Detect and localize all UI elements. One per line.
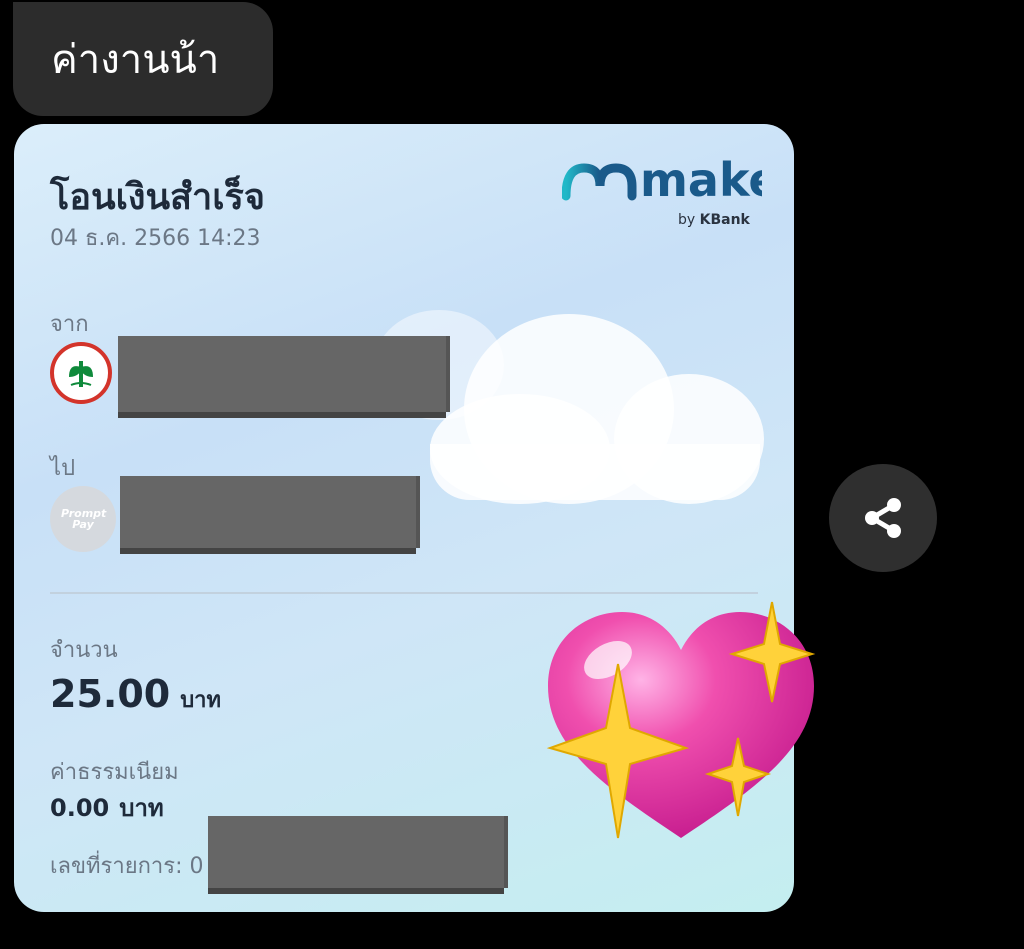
from-label: จาก [50, 312, 89, 337]
slip-datetime: 04 ธ.ค. 2566 14:23 [50, 226, 261, 251]
to-label: ไป [50, 456, 76, 481]
kbank-leaf-icon [50, 342, 112, 404]
chat-message-bubble[interactable]: ค่างานน้า [13, 2, 273, 116]
amount-value: 25.00 บาท [50, 672, 222, 716]
share-button[interactable] [829, 464, 937, 572]
divider [50, 592, 758, 594]
share-icon [865, 498, 901, 538]
fee-value: 0.00 บาท [50, 794, 164, 822]
amount-label: จำนวน [50, 638, 118, 663]
chat-message-text: ค่างานน้า [51, 37, 220, 83]
make-logo-byline: by KBank [678, 212, 750, 228]
slip-title: โอนเงินสำเร็จ [50, 177, 265, 218]
svg-text:make: make [640, 156, 762, 207]
cloud-decoration [430, 444, 760, 500]
sparkling-heart-icon [546, 601, 816, 839]
redacted-recipient-name [120, 476, 416, 548]
redacted-reference-number [208, 816, 504, 888]
promptpay-icon: Prompt Pay [50, 486, 116, 552]
reference-label: เลขที่รายการ: 0 [50, 854, 204, 879]
fee-label: ค่าธรรมเนียม [50, 760, 179, 785]
redacted-sender-name [118, 336, 446, 412]
